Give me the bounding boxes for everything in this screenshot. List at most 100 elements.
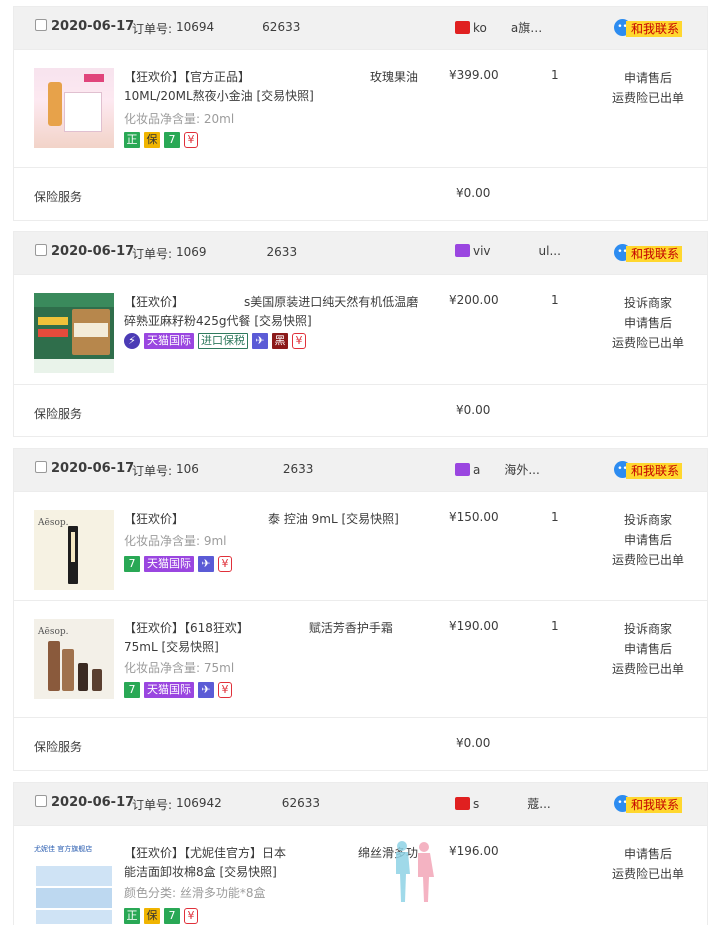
insurance-label: 保险服务 [34,407,83,421]
product-title-link[interactable]: 【狂欢价】 s美国原装进口纯天然有机低温磨碎熟亚麻籽粉425g代餐 [交易快照] [124,293,429,331]
genuine-badge-icon[interactable]: 正 [124,908,140,924]
product-title-link[interactable]: 【狂欢价】 泰 控油 9mL [交易快照] [124,510,429,529]
plane-icon[interactable]: ✈ [198,556,214,572]
insurance-row: 保险服务 ¥0.00 [14,384,707,438]
price-protect-shield-icon[interactable]: ¥ [218,682,232,698]
freight-insurance-link[interactable]: 运费险已出单 [608,333,688,353]
contact-label: 和我联系 [626,246,683,262]
freight-insurance-link[interactable]: 运费险已出单 [608,864,688,884]
service-badges: 7 天猫国际 ✈ ¥ [124,682,232,698]
seven-day-return-icon[interactable]: 7 [124,682,140,698]
tmall-global-badge[interactable]: 天猫国际 [144,556,194,572]
watermark-figures [396,841,434,902]
product-attr: 化妆品净含量: 75ml [124,661,235,675]
freight-insurance-link[interactable]: 运费险已出单 [608,659,688,679]
order-header: 2020-06-17 订单号: 106 2633 a 海外... •• 和我联系 [14,449,707,491]
order-date: 2020-06-17 [51,244,135,259]
order-item: 【狂欢价】 s美国原装进口纯天然有机低温磨碎熟亚麻籽粉425g代餐 [交易快照]… [14,274,707,384]
order-card: 2020-06-17 订单号: 106 2633 a 海外... •• 和我联系 … [13,448,708,771]
tmall-global-badge[interactable]: 天猫国际 [144,682,194,698]
product-title-link[interactable]: 【狂欢价】【官方正品】 玫瑰果油10ML/20ML熬夜小金油 [交易快照] [124,68,429,106]
order-no-label: 订单号: [132,22,173,36]
item-ops: 申请售后 运费险已出单 [608,68,688,108]
order-checkbox[interactable] [35,244,47,256]
plane-icon[interactable]: ✈ [198,682,214,698]
freight-insurance-link[interactable]: 运费险已出单 [608,550,688,570]
genuine-badge-icon[interactable]: 正 [124,132,140,148]
order-checkbox[interactable] [35,19,47,31]
apply-aftersale-link[interactable]: 申请售后 [608,530,688,550]
order-no: 106 2633 [176,462,314,476]
item-qty: 1 [551,293,559,307]
item-ops: 投诉商家 申请售后 运费险已出单 [608,510,688,570]
complain-seller-link[interactable]: 投诉商家 [608,293,688,313]
apply-aftersale-link[interactable]: 申请售后 [608,844,688,864]
order-checkbox[interactable] [35,795,47,807]
price-protect-shield-icon[interactable]: ¥ [184,908,198,924]
price-protect-shield-icon[interactable]: ¥ [184,132,198,148]
order-header: 2020-06-17 订单号: 1069 2633 viv ul... •• 和我… [14,232,707,274]
item-price: ¥399.00 [449,68,499,82]
complain-seller-link[interactable]: 投诉商家 [608,510,688,530]
contact-label: 和我联系 [626,463,683,479]
item-qty: 1 [551,619,559,633]
seven-day-return-icon[interactable]: 7 [164,908,180,924]
order-item: Aēsop. 【狂欢价】【618狂欢】 赋活芳香护手霜 75mL [交易快照] … [14,600,707,717]
seven-day-return-icon[interactable]: 7 [124,556,140,572]
shop-link[interactable]: a 海外... [455,461,540,478]
product-image[interactable]: Aēsop. [34,619,114,699]
service-badges: ⚡ 天猫国际 进口保税 ✈ 黑 ¥ [124,333,306,349]
apply-aftersale-link[interactable]: 申请售后 [608,639,688,659]
order-checkbox[interactable] [35,461,47,473]
insurance-row: 保险服务 ¥0.00 [14,167,707,221]
insurance-row: 保险服务 ¥0.00 [14,717,707,771]
order-no-label: 订单号: [132,464,173,478]
apply-aftersale-link[interactable]: 申请售后 [608,68,688,88]
order-no-label: 订单号: [132,247,173,261]
shop-name: a 海外... [473,463,540,477]
shop-name: ko a旗… [473,21,543,35]
price-protect-shield-icon[interactable]: ¥ [292,333,306,349]
order-date: 2020-06-17 [51,795,135,810]
shop-link[interactable]: viv ul... [455,244,561,258]
product-image[interactable] [34,293,114,373]
service-badges: 正 保 7 ¥ [124,132,198,148]
complain-seller-link[interactable]: 投诉商家 [608,619,688,639]
tmall-global-badge[interactable]: 天猫国际 [144,333,194,349]
price-protect-shield-icon[interactable]: ¥ [218,556,232,572]
product-image[interactable] [34,68,114,148]
tmall-global-shop-icon [455,463,470,476]
item-price: ¥190.00 [449,619,499,633]
product-image[interactable]: Aēsop. [34,510,114,590]
tmall-shop-icon [455,797,470,810]
shop-link[interactable]: s 蔻... [455,795,551,812]
insurance-amount: ¥0.00 [456,186,491,200]
guarantee-badge-icon[interactable]: 保 [144,132,160,148]
lightning-badge-icon[interactable]: ⚡ [124,333,140,349]
product-title-link[interactable]: 【狂欢价】【618狂欢】 赋活芳香护手霜 75mL [交易快照] [124,619,429,657]
product-title-link[interactable]: 【狂欢价】【尤妮佳官方】日本 绵丝滑多功能洁面卸妆棉8盒 [交易快照] [124,844,429,882]
seven-day-return-icon[interactable]: 7 [164,132,180,148]
freight-insurance-link[interactable]: 运费险已出单 [608,88,688,108]
guarantee-badge-icon[interactable]: 保 [144,908,160,924]
order-header: 2020-06-17 订单号: 106942 62633 s 蔻... •• 和我… [14,783,707,825]
insurance-label: 保险服务 [34,740,83,754]
tmall-global-shop-icon [455,244,470,257]
tmall-shop-icon [455,21,470,34]
product-attr: 化妆品净含量: 20ml [124,112,235,126]
product-image[interactable]: 尤妮佳 官方旗舰店 [34,844,114,924]
order-card: 2020-06-17 订单号: 1069 2633 viv ul... •• 和我… [13,231,708,437]
bonded-import-badge[interactable]: 进口保税 [198,333,248,349]
contact-label: 和我联系 [626,797,683,813]
black-badge-icon[interactable]: 黑 [272,333,288,349]
order-card: 2020-06-17 订单号: 106942 62633 s 蔻... •• 和我… [13,782,708,925]
order-card: 2020-06-17 订单号: 10694 62633 ko a旗… •• 和我联… [13,6,708,221]
plane-icon[interactable]: ✈ [252,333,268,349]
contact-label: 和我联系 [626,21,683,37]
apply-aftersale-link[interactable]: 申请售后 [608,313,688,333]
item-price: ¥196.00 [449,844,499,858]
order-no: 10694 62633 [176,20,301,34]
order-no: 1069 2633 [176,245,298,259]
shop-link[interactable]: ko a旗… [455,19,542,36]
item-ops: 申请售后 运费险已出单 [608,844,688,884]
